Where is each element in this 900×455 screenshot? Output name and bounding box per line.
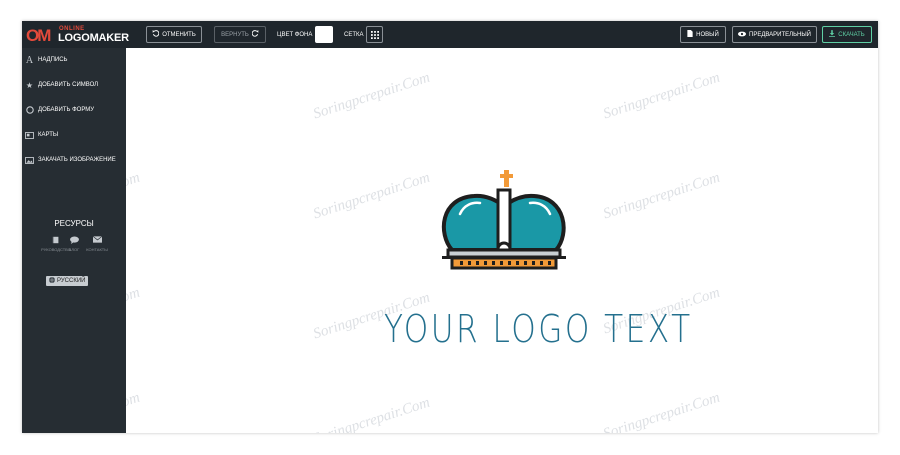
download-button[interactable]: СКАЧАТЬ [822, 26, 872, 43]
undo-icon [152, 30, 160, 39]
brand-mark: OM [26, 26, 51, 45]
sidebar-item-add-shape[interactable]: ДОБАВИТЬ ФОРМУ [22, 98, 126, 122]
top-toolbar: OM ONLINE LOGOMAKER ОТМЕНИТЬ ВЕРНУТЬ ЦВЕ… [22, 21, 878, 48]
globe-icon [49, 277, 55, 285]
eye-icon [738, 31, 746, 39]
redo-label: ВЕРНУТЬ [221, 31, 249, 38]
text-icon: A [25, 54, 34, 66]
image-icon [25, 156, 34, 165]
card-icon [25, 131, 34, 140]
sidebar-item-label: ДОБАВИТЬ ФОРМУ [38, 107, 95, 113]
grid-toggle-button[interactable] [366, 26, 383, 43]
watermark: Soringpcrepair.Com [126, 389, 142, 433]
preview-label: ПРЕДВАРИТЕЛЬНЫЙ [749, 31, 811, 38]
grid-label: СЕТКА [344, 32, 364, 38]
download-icon [829, 30, 836, 39]
sidebar-item-label: КАРТЫ [38, 132, 59, 138]
watermark: Soringpcrepair.Com [311, 394, 432, 433]
logo-canvas[interactable]: Soringpcrepair.Com Soringpcrepair.Com So… [126, 48, 878, 433]
watermark: Soringpcrepair.Com [601, 389, 722, 433]
app-window: OM ONLINE LOGOMAKER ОТМЕНИТЬ ВЕРНУТЬ ЦВЕ… [22, 21, 878, 433]
logo-text[interactable]: YOUR LOGO TEXT [384, 307, 693, 351]
new-label: НОВЫЙ [696, 31, 719, 38]
watermark: Soringpcrepair.Com [126, 284, 142, 338]
undo-button[interactable]: ОТМЕНИТЬ [146, 26, 202, 43]
sidebar-item-add-symbol[interactable]: ★ ДОБАВИТЬ СИМВОЛ [22, 73, 126, 97]
brand-name: LOGOMAKER [58, 32, 129, 44]
undo-label: ОТМЕНИТЬ [162, 31, 196, 38]
download-label: СКАЧАТЬ [838, 31, 865, 38]
preview-button[interactable]: ПРЕДВАРИТЕЛЬНЫЙ [732, 26, 817, 43]
language-label: РУССКИЙ [57, 278, 86, 284]
resource-label: БЛОГ [68, 247, 80, 252]
watermark: Soringpcrepair.Com [601, 169, 722, 223]
sidebar-item-cards[interactable]: КАРТЫ [22, 123, 126, 147]
language-selector[interactable]: РУССКИЙ [46, 276, 89, 286]
redo-button[interactable]: ВЕРНУТЬ [214, 26, 266, 43]
file-icon [687, 30, 693, 39]
bg-color-swatch[interactable] [315, 26, 333, 43]
bg-color-label: ЦВЕТ ФОНА [277, 32, 313, 38]
resource-contacts[interactable]: КОНТАКТЫ [82, 236, 112, 252]
grid-icon [370, 30, 379, 39]
resource-label: КОНТАКТЫ [86, 247, 108, 252]
sidebar-item-text[interactable]: A НАДПИСЬ [22, 48, 126, 72]
sidebar-item-label: ЗАКАЧАТЬ ИЗОБРАЖЕНИЕ [38, 157, 116, 163]
watermark: Soringpcrepair.Com [311, 69, 432, 123]
sidebar: A НАДПИСЬ ★ ДОБАВИТЬ СИМВОЛ ДОБАВИТЬ ФОР… [22, 48, 126, 433]
sidebar-item-label: ДОБАВИТЬ СИМВОЛ [38, 82, 99, 88]
mail-icon [82, 236, 112, 245]
crown-logo-icon[interactable] [438, 142, 570, 280]
circle-icon [25, 106, 34, 115]
new-button[interactable]: НОВЫЙ [680, 26, 726, 43]
star-icon: ★ [25, 80, 34, 90]
brand-logo[interactable]: OM ONLINE LOGOMAKER [26, 25, 129, 45]
sidebar-item-upload-image[interactable]: ЗАКАЧАТЬ ИЗОБРАЖЕНИЕ [22, 148, 126, 172]
watermark: Soringpcrepair.Com [601, 69, 722, 123]
sidebar-item-label: НАДПИСЬ [38, 57, 68, 63]
watermark: Soringpcrepair.Com [126, 169, 142, 223]
redo-icon [251, 30, 259, 39]
watermark: Soringpcrepair.Com [311, 169, 432, 223]
resources-title: РЕСУРСЫ [54, 219, 94, 228]
